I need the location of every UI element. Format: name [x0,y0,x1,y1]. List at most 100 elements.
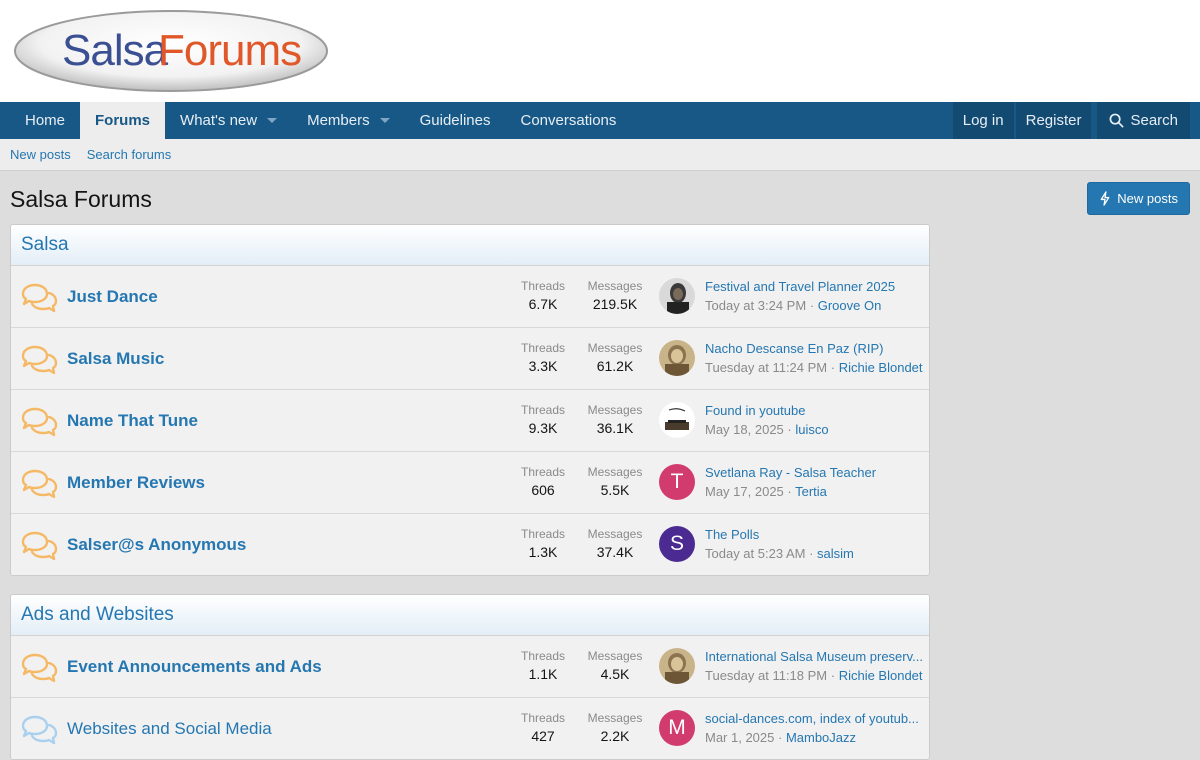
latest-user-link[interactable]: Groove On [818,298,882,313]
threads-label: Threads [520,403,566,417]
avatar[interactable]: M [659,710,695,746]
messages-stat: Messages 36.1K [575,403,655,436]
avatar-letter: S [669,532,684,555]
avatar[interactable] [659,402,695,438]
latest-thread-link[interactable]: Festival and Travel Planner 2025 [705,279,925,294]
nav-home[interactable]: Home [10,102,80,139]
latest-meta: Today at 3:24 PM · Groove On [705,298,925,313]
forum-title-link[interactable]: Member Reviews [67,473,205,493]
search-button[interactable]: Search [1097,102,1190,139]
unread-chat-icon [20,653,58,683]
meta-separator: · [806,298,818,313]
threads-count: 427 [531,728,555,744]
nav-whats-new-label: What's new [180,112,258,129]
messages-label: Messages [587,711,643,725]
avatar-letter: T [670,470,684,493]
subnav-new-posts[interactable]: New posts [10,147,71,162]
avatar[interactable] [659,340,695,376]
messages-label: Messages [587,649,643,663]
messages-count: 5.5K [600,482,630,498]
latest-thread-link[interactable]: Nacho Descanse En Paz (RIP) [705,341,925,356]
latest-meta: Today at 5:23 AM · salsim [705,546,925,561]
threads-stat: Threads 9.3K [503,403,583,436]
latest-user-link[interactable]: salsim [817,546,854,561]
messages-label: Messages [587,279,643,293]
latest-thread-link[interactable]: social-dances.com, index of youtub... [705,711,925,726]
threads-label: Threads [520,527,566,541]
latest-time[interactable]: May 17, 2025 [705,484,784,499]
meta-separator: · [827,360,839,375]
threads-label: Threads [520,649,566,663]
threads-stat: Threads 3.3K [503,341,583,374]
avatar[interactable]: T [659,464,695,500]
nav-guidelines-label: Guidelines [419,112,491,129]
avatar[interactable]: S [659,526,695,562]
messages-stat: Messages 61.2K [575,341,655,374]
meta-separator: · [783,422,796,437]
latest-meta: Tuesday at 11:24 PM · Richie Blondet [705,360,925,375]
latest-thread-link[interactable]: Svetlana Ray - Salsa Teacher [705,465,925,480]
forum-title-link[interactable]: Websites and Social Media [67,719,272,739]
sub-navigation: New posts Search forums [0,139,1200,171]
page-header: Salsa Forums New posts [0,171,1200,225]
meta-separator: · [827,668,839,683]
chevron-down-icon[interactable] [267,118,278,123]
latest-time[interactable]: Tuesday at 11:24 PM [705,360,827,375]
login-button[interactable]: Log in [952,102,1014,139]
latest-post: The Polls Today at 5:23 AM · salsim [705,527,925,561]
site-logo[interactable]: Salsa Forums [12,8,330,94]
forum-row: Salsa Music Threads 3.3K Messages 61.2K Nacho… [11,328,929,390]
new-posts-button-label: New posts [1117,191,1178,206]
avatar[interactable] [659,278,695,314]
unread-chat-icon [20,283,58,313]
latest-time[interactable]: Today at 5:23 AM [705,546,805,561]
latest-thread-link[interactable]: Found in youtube [705,403,925,418]
threads-count: 3.3K [528,358,558,374]
nav-conversations[interactable]: Conversations [506,102,632,139]
latest-time[interactable]: Mar 1, 2025 [705,730,774,745]
latest-user-link[interactable]: Richie Blondet [839,360,923,375]
category-header[interactable]: Salsa [11,225,929,266]
latest-time[interactable]: Tuesday at 11:18 PM [705,668,827,683]
new-posts-button[interactable]: New posts [1087,182,1190,215]
avatar[interactable] [659,648,695,684]
nav-guidelines[interactable]: Guidelines [405,102,506,139]
forum-title-link[interactable]: Event Announcements and Ads [67,657,322,677]
subnav-search-forums[interactable]: Search forums [87,147,172,162]
messages-count: 2.2K [600,728,630,744]
latest-thread-link[interactable]: International Salsa Museum preserv... [705,649,925,664]
forum-title-link[interactable]: Name That Tune [67,411,198,431]
messages-label: Messages [587,341,643,355]
forum-row: Name That Tune Threads 9.3K Messages 36.1K Fo… [11,390,929,452]
latest-thread-link[interactable]: The Polls [705,527,925,542]
nav-forums[interactable]: Forums [80,102,166,139]
messages-stat: Messages 5.5K [575,465,655,498]
latest-meta: May 17, 2025 · Tertia [705,484,925,499]
latest-user-link[interactable]: Richie Blondet [839,668,923,683]
register-button[interactable]: Register [1015,102,1092,139]
latest-user-link[interactable]: MamboJazz [786,730,856,745]
forum-title-link[interactable]: Just Dance [67,287,158,307]
messages-stat: Messages 219.5K [575,279,655,312]
nav-whats-new[interactable]: What's new [165,102,292,139]
latest-time[interactable]: Today at 3:24 PM [705,298,806,313]
meta-separator: · [783,484,796,499]
chevron-down-icon[interactable] [379,118,390,123]
svg-text:Forums: Forums [158,26,301,75]
threads-stat: Threads 1.1K [503,649,583,682]
forum-title-link[interactable]: Salsa Music [67,349,164,369]
avatar-letter: M [668,716,686,739]
latest-post: Svetlana Ray - Salsa Teacher May 17, 2025… [705,465,925,499]
category-header[interactable]: Ads and Websites [11,595,929,636]
forum-title-link[interactable]: Salser@s Anonymous [67,535,246,555]
latest-user-link[interactable]: Tertia [795,484,827,499]
search-icon [1110,113,1124,128]
threads-label: Threads [520,465,566,479]
nav-members[interactable]: Members [292,102,405,139]
latest-time[interactable]: May 18, 2025 [705,422,784,437]
unread-chat-icon [20,407,58,437]
threads-count: 1.3K [528,544,558,560]
unread-chat-icon [20,531,58,561]
latest-user-link[interactable]: luisco [795,422,828,437]
messages-label: Messages [587,403,643,417]
